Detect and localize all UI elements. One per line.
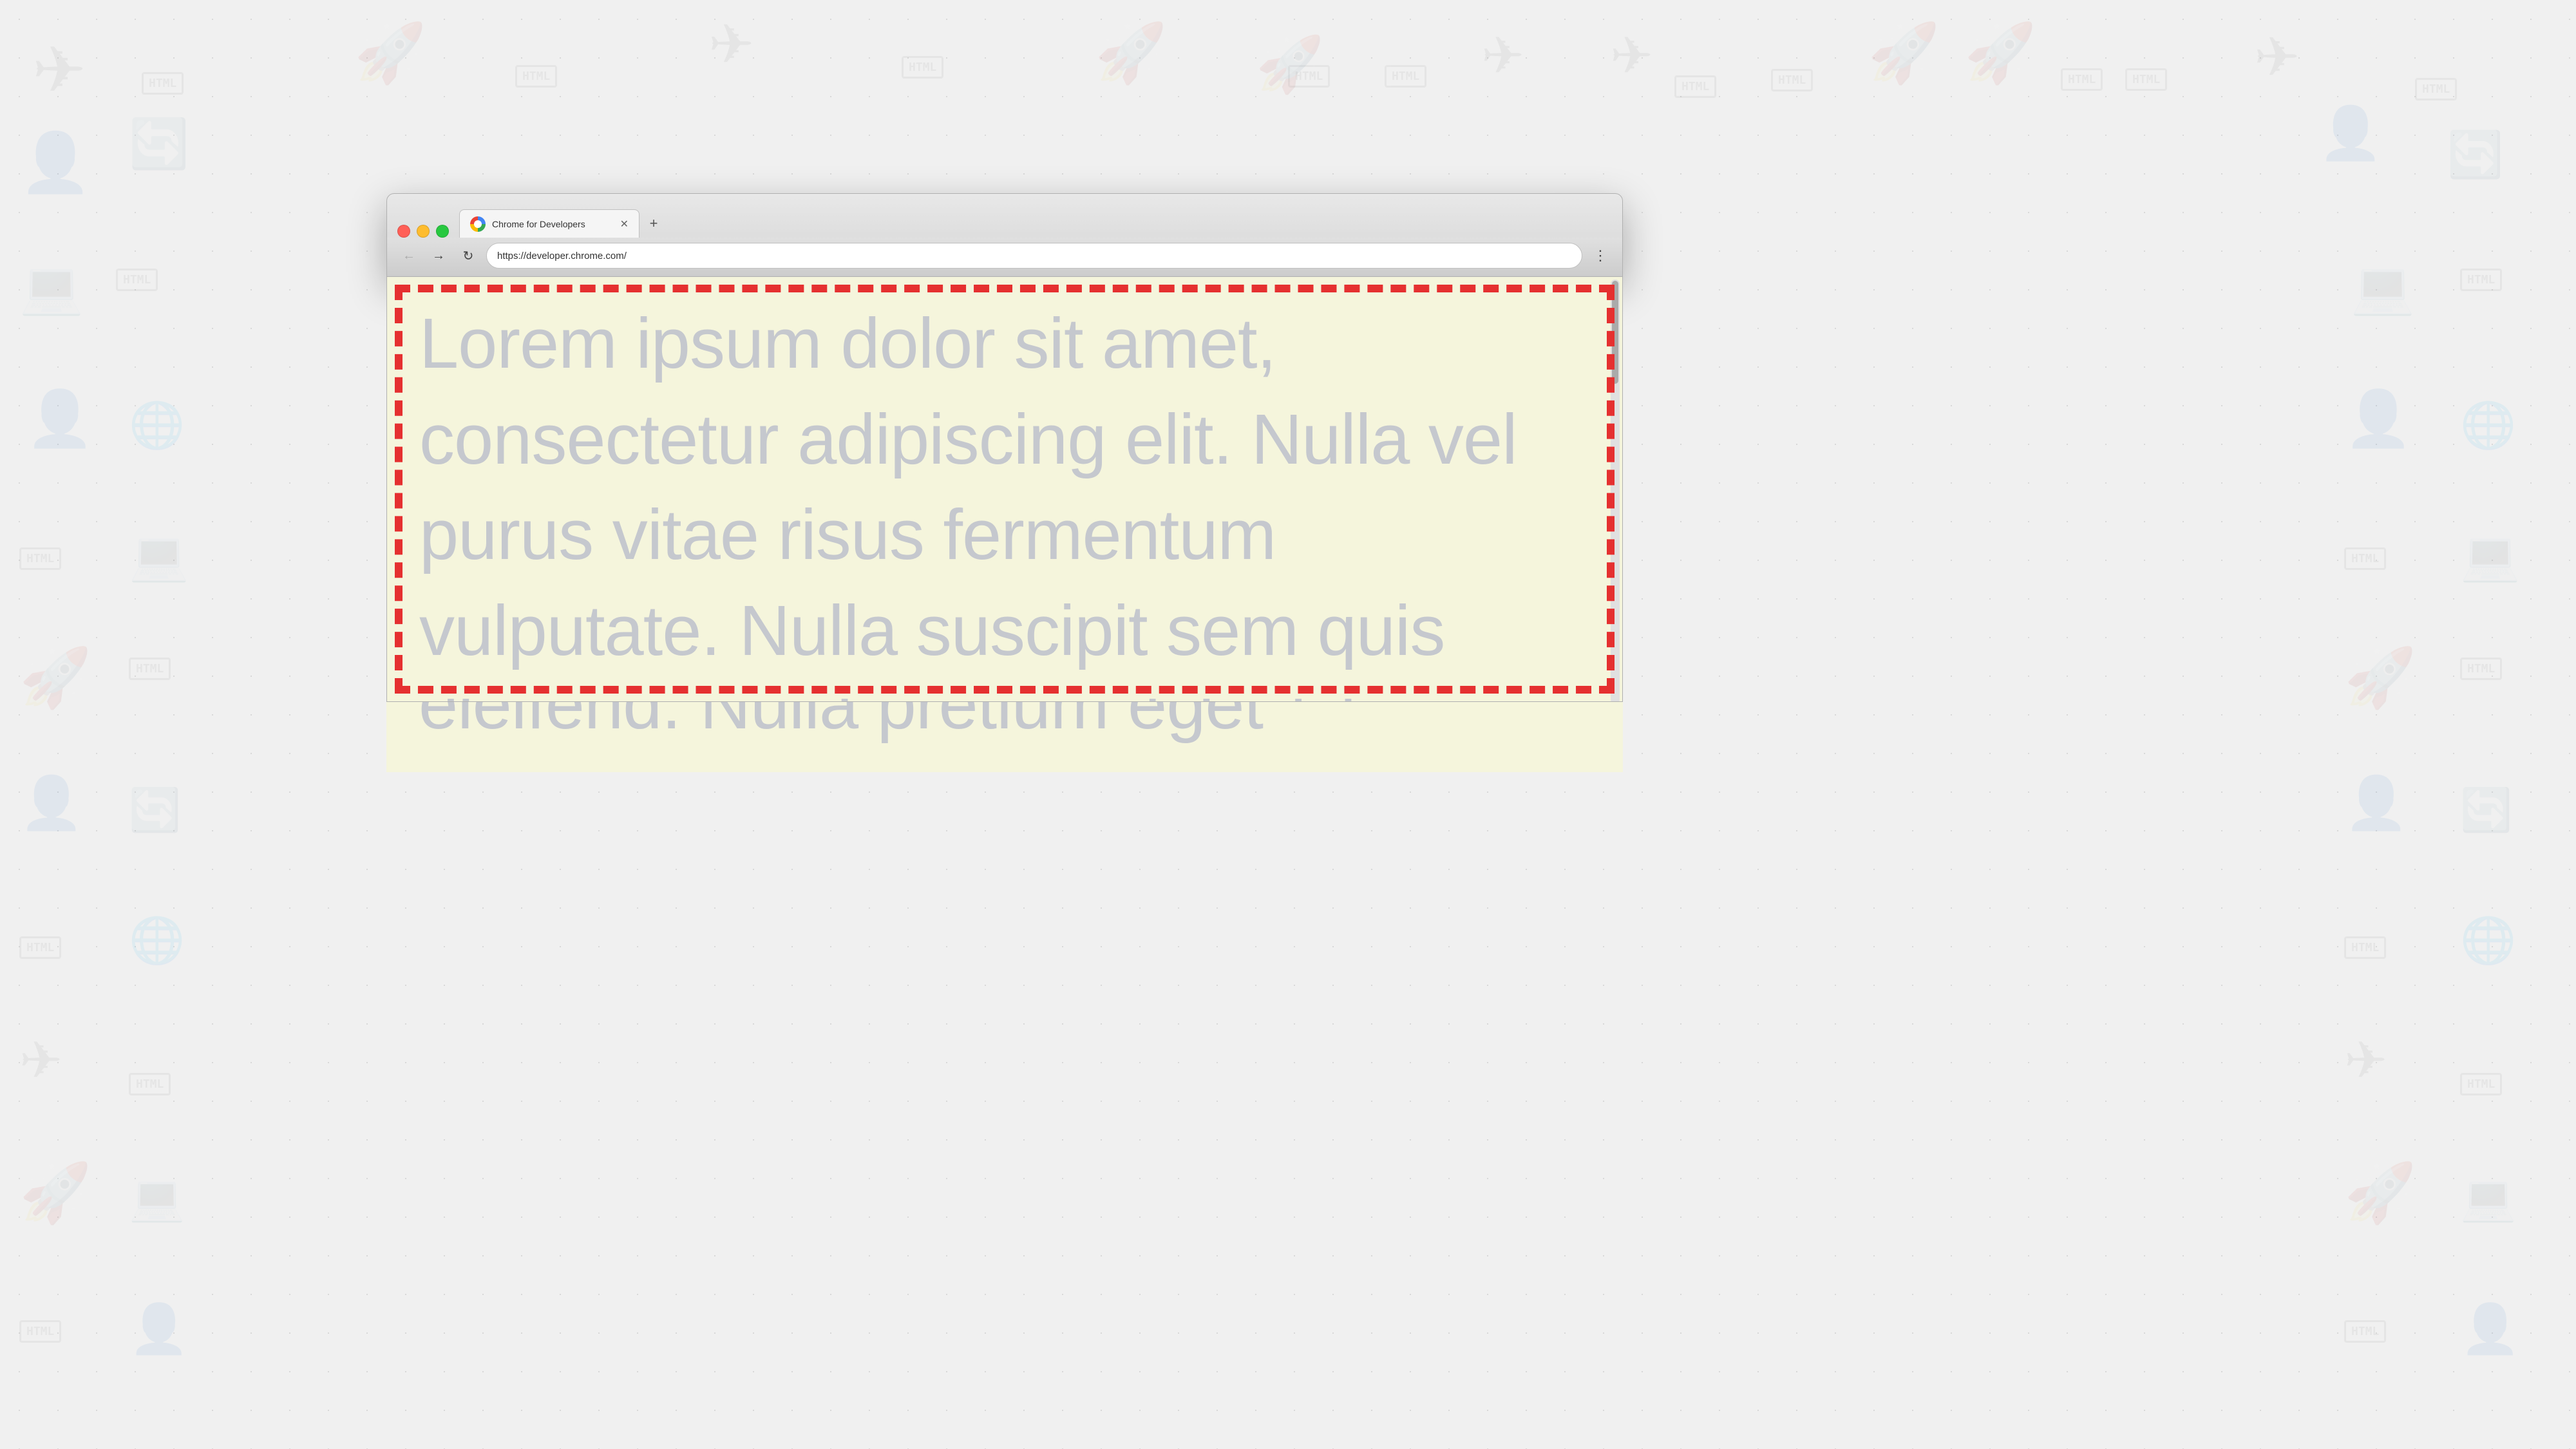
forward-button[interactable]: →: [427, 244, 450, 267]
scrollbar[interactable]: [1611, 279, 1620, 702]
chrome-favicon-icon: [470, 216, 486, 232]
scrollbar-track: [1611, 279, 1620, 702]
url-text: https://developer.chrome.com/: [497, 251, 627, 261]
browser-window: Chrome for Developers ✕ + ← → ↻ https://…: [386, 193, 1623, 702]
new-tab-button[interactable]: +: [642, 212, 665, 235]
browser-menu-button[interactable]: ⋮: [1589, 244, 1612, 267]
address-bar-row: ← → ↻ https://developer.chrome.com/ ⋮: [387, 238, 1622, 276]
page-content: Lorem ipsum dolor sit amet, consectetur …: [387, 277, 1622, 701]
tab-bar: Chrome for Developers ✕ +: [387, 194, 1622, 238]
close-button[interactable]: [397, 225, 410, 238]
traffic-lights: [397, 225, 449, 238]
back-button[interactable]: ←: [397, 244, 421, 267]
tab-close-icon[interactable]: ✕: [620, 218, 629, 231]
browser-chrome: Chrome for Developers ✕ + ← → ↻ https://…: [386, 193, 1623, 277]
tab-close-area: ✕: [620, 218, 629, 231]
maximize-button[interactable]: [436, 225, 449, 238]
tab-title: Chrome for Developers: [492, 219, 614, 229]
minimize-button[interactable]: [417, 225, 430, 238]
address-bar[interactable]: https://developer.chrome.com/: [486, 243, 1582, 269]
scrollbar-thumb[interactable]: [1612, 281, 1618, 384]
reload-button[interactable]: ↻: [457, 244, 480, 267]
browser-content: Lorem ipsum dolor sit amet, consectetur …: [386, 277, 1623, 702]
lorem-ipsum-text: Lorem ipsum dolor sit amet, consectetur …: [419, 296, 1590, 701]
active-tab[interactable]: Chrome for Developers ✕: [459, 209, 639, 238]
